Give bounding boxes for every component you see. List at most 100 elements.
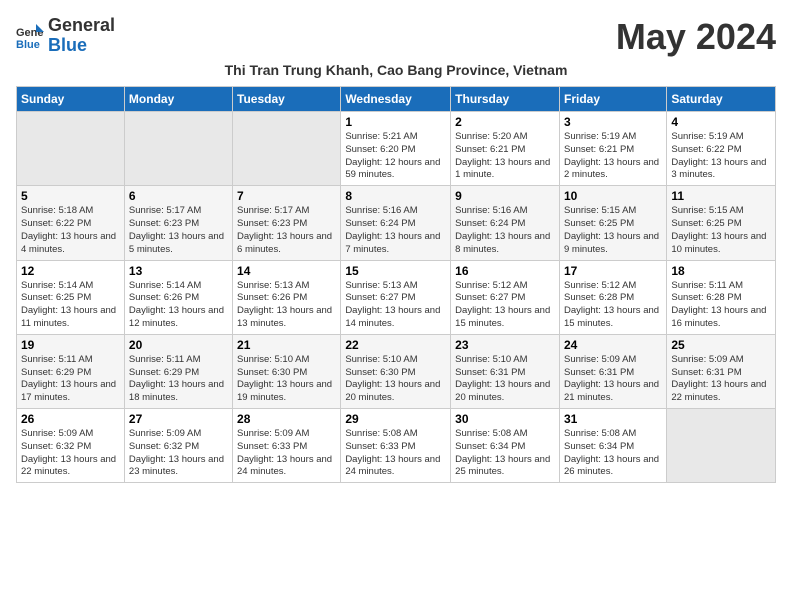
- day-info: Sunrise: 5:14 AM Sunset: 6:25 PM Dayligh…: [21, 280, 120, 331]
- day-number: 30: [455, 412, 555, 426]
- calendar-cell: 9Sunrise: 5:16 AM Sunset: 6:24 PM Daylig…: [451, 186, 560, 260]
- day-info: Sunrise: 5:14 AM Sunset: 6:26 PM Dayligh…: [129, 280, 228, 331]
- calendar-table: SundayMondayTuesdayWednesdayThursdayFrid…: [16, 86, 776, 483]
- calendar-cell: [667, 409, 776, 483]
- day-info: Sunrise: 5:09 AM Sunset: 6:31 PM Dayligh…: [564, 354, 662, 405]
- day-info: Sunrise: 5:08 AM Sunset: 6:34 PM Dayligh…: [455, 428, 555, 479]
- calendar-cell: 2 Sunrise: 5:20 AM Sunset: 6:21 PM Daylig…: [451, 112, 560, 186]
- day-info: Sunrise: 5:08 AM Sunset: 6:34 PM Dayligh…: [564, 428, 662, 479]
- day-info: Sunrise: 5:12 AM Sunset: 6:27 PM Dayligh…: [455, 280, 555, 331]
- day-number: 5: [21, 189, 120, 203]
- day-number: 7: [237, 189, 336, 203]
- week-row-1: 1 Sunrise: 5:21 AM Sunset: 6:20 PM Daylig…: [17, 112, 776, 186]
- calendar-cell: 4 Sunrise: 5:19 AM Sunset: 6:22 PM Daylig…: [667, 112, 776, 186]
- calendar-cell: 3 Sunrise: 5:19 AM Sunset: 6:21 PM Daylig…: [559, 112, 666, 186]
- calendar-cell: 30 Sunrise: 5:08 AM Sunset: 6:34 PM Dayli…: [451, 409, 560, 483]
- day-info: Sunrise: 5:19 AM Sunset: 6:22 PM Dayligh…: [671, 131, 771, 182]
- weekday-header-friday: Friday: [559, 87, 666, 112]
- day-info: Sunrise: 5:09 AM Sunset: 6:33 PM Dayligh…: [237, 428, 336, 479]
- week-row-2: 5Sunrise: 5:18 AM Sunset: 6:22 PM Daylig…: [17, 186, 776, 260]
- calendar-cell: 10Sunrise: 5:15 AM Sunset: 6:25 PM Dayli…: [559, 186, 666, 260]
- day-info: Sunrise: 5:21 AM Sunset: 6:20 PM Dayligh…: [345, 131, 446, 182]
- day-number: 8: [345, 189, 446, 203]
- week-row-5: 26Sunrise: 5:09 AM Sunset: 6:32 PM Dayli…: [17, 409, 776, 483]
- calendar-cell: 21 Sunrise: 5:10 AM Sunset: 6:30 PM Dayli…: [233, 334, 341, 408]
- day-info: Sunrise: 5:08 AM Sunset: 6:33 PM Dayligh…: [345, 428, 446, 479]
- day-info: Sunrise: 5:10 AM Sunset: 6:30 PM Dayligh…: [237, 354, 336, 405]
- calendar-cell: 24 Sunrise: 5:09 AM Sunset: 6:31 PM Dayli…: [559, 334, 666, 408]
- day-number: 27: [129, 412, 228, 426]
- day-number: 25: [671, 338, 771, 352]
- day-info: Sunrise: 5:13 AM Sunset: 6:27 PM Dayligh…: [345, 280, 446, 331]
- day-info: Sunrise: 5:10 AM Sunset: 6:30 PM Dayligh…: [345, 354, 446, 405]
- day-number: 1: [345, 115, 446, 129]
- calendar-cell: 29 Sunrise: 5:08 AM Sunset: 6:33 PM Dayli…: [341, 409, 451, 483]
- day-info: Sunrise: 5:11 AM Sunset: 6:29 PM Dayligh…: [129, 354, 228, 405]
- day-number: 14: [237, 264, 336, 278]
- day-number: 23: [455, 338, 555, 352]
- calendar-cell: 20Sunrise: 5:11 AM Sunset: 6:29 PM Dayli…: [124, 334, 232, 408]
- day-number: 13: [129, 264, 228, 278]
- page-header: General Blue General Blue May 2024: [16, 16, 776, 58]
- calendar-cell: 16 Sunrise: 5:12 AM Sunset: 6:27 PM Dayli…: [451, 260, 560, 334]
- logo-text: General Blue: [48, 16, 115, 56]
- calendar-cell: 19Sunrise: 5:11 AM Sunset: 6:29 PM Dayli…: [17, 334, 125, 408]
- calendar-cell: 8 Sunrise: 5:16 AM Sunset: 6:24 PM Daylig…: [341, 186, 451, 260]
- week-row-4: 19Sunrise: 5:11 AM Sunset: 6:29 PM Dayli…: [17, 334, 776, 408]
- day-number: 11: [671, 189, 771, 203]
- day-number: 4: [671, 115, 771, 129]
- calendar-cell: 1 Sunrise: 5:21 AM Sunset: 6:20 PM Daylig…: [341, 112, 451, 186]
- weekday-header-saturday: Saturday: [667, 87, 776, 112]
- day-info: Sunrise: 5:16 AM Sunset: 6:24 PM Dayligh…: [345, 205, 446, 256]
- calendar-cell: 6Sunrise: 5:17 AM Sunset: 6:23 PM Daylig…: [124, 186, 232, 260]
- calendar-cell: 28 Sunrise: 5:09 AM Sunset: 6:33 PM Dayli…: [233, 409, 341, 483]
- calendar-cell: 17Sunrise: 5:12 AM Sunset: 6:28 PM Dayli…: [559, 260, 666, 334]
- calendar-cell: 22 Sunrise: 5:10 AM Sunset: 6:30 PM Dayli…: [341, 334, 451, 408]
- calendar-cell: 31 Sunrise: 5:08 AM Sunset: 6:34 PM Dayli…: [559, 409, 666, 483]
- day-info: Sunrise: 5:17 AM Sunset: 6:23 PM Dayligh…: [237, 205, 336, 256]
- calendar-cell: 23 Sunrise: 5:10 AM Sunset: 6:31 PM Dayli…: [451, 334, 560, 408]
- day-info: Sunrise: 5:15 AM Sunset: 6:25 PM Dayligh…: [671, 205, 771, 256]
- day-number: 26: [21, 412, 120, 426]
- day-info: Sunrise: 5:17 AM Sunset: 6:23 PM Dayligh…: [129, 205, 228, 256]
- day-number: 24: [564, 338, 662, 352]
- calendar-subtitle: Thi Tran Trung Khanh, Cao Bang Province,…: [16, 62, 776, 78]
- calendar-cell: [124, 112, 232, 186]
- day-number: 28: [237, 412, 336, 426]
- weekday-header-wednesday: Wednesday: [341, 87, 451, 112]
- month-title: May 2024: [616, 16, 776, 58]
- day-info: Sunrise: 5:11 AM Sunset: 6:29 PM Dayligh…: [21, 354, 120, 405]
- weekday-header-row: SundayMondayTuesdayWednesdayThursdayFrid…: [17, 87, 776, 112]
- day-number: 9: [455, 189, 555, 203]
- day-number: 15: [345, 264, 446, 278]
- day-info: Sunrise: 5:13 AM Sunset: 6:26 PM Dayligh…: [237, 280, 336, 331]
- calendar-cell: [17, 112, 125, 186]
- day-number: 2: [455, 115, 555, 129]
- day-info: Sunrise: 5:11 AM Sunset: 6:28 PM Dayligh…: [671, 280, 771, 331]
- weekday-header-tuesday: Tuesday: [233, 87, 341, 112]
- day-number: 18: [671, 264, 771, 278]
- day-info: Sunrise: 5:12 AM Sunset: 6:28 PM Dayligh…: [564, 280, 662, 331]
- day-number: 3: [564, 115, 662, 129]
- day-number: 10: [564, 189, 662, 203]
- calendar-cell: 13 Sunrise: 5:14 AM Sunset: 6:26 PM Dayli…: [124, 260, 232, 334]
- day-info: Sunrise: 5:20 AM Sunset: 6:21 PM Dayligh…: [455, 131, 555, 182]
- calendar-cell: 27Sunrise: 5:09 AM Sunset: 6:32 PM Dayli…: [124, 409, 232, 483]
- day-number: 16: [455, 264, 555, 278]
- day-number: 29: [345, 412, 446, 426]
- svg-text:Blue: Blue: [16, 39, 40, 50]
- day-info: Sunrise: 5:19 AM Sunset: 6:21 PM Dayligh…: [564, 131, 662, 182]
- calendar-cell: 11 Sunrise: 5:15 AM Sunset: 6:25 PM Dayli…: [667, 186, 776, 260]
- logo-icon: General Blue: [16, 22, 44, 50]
- day-info: Sunrise: 5:09 AM Sunset: 6:31 PM Dayligh…: [671, 354, 771, 405]
- day-number: 21: [237, 338, 336, 352]
- week-row-3: 12Sunrise: 5:14 AM Sunset: 6:25 PM Dayli…: [17, 260, 776, 334]
- calendar-cell: 15 Sunrise: 5:13 AM Sunset: 6:27 PM Dayli…: [341, 260, 451, 334]
- day-number: 22: [345, 338, 446, 352]
- weekday-header-monday: Monday: [124, 87, 232, 112]
- day-number: 31: [564, 412, 662, 426]
- calendar-cell: 12Sunrise: 5:14 AM Sunset: 6:25 PM Dayli…: [17, 260, 125, 334]
- day-info: Sunrise: 5:10 AM Sunset: 6:31 PM Dayligh…: [455, 354, 555, 405]
- calendar-cell: 26Sunrise: 5:09 AM Sunset: 6:32 PM Dayli…: [17, 409, 125, 483]
- weekday-header-sunday: Sunday: [17, 87, 125, 112]
